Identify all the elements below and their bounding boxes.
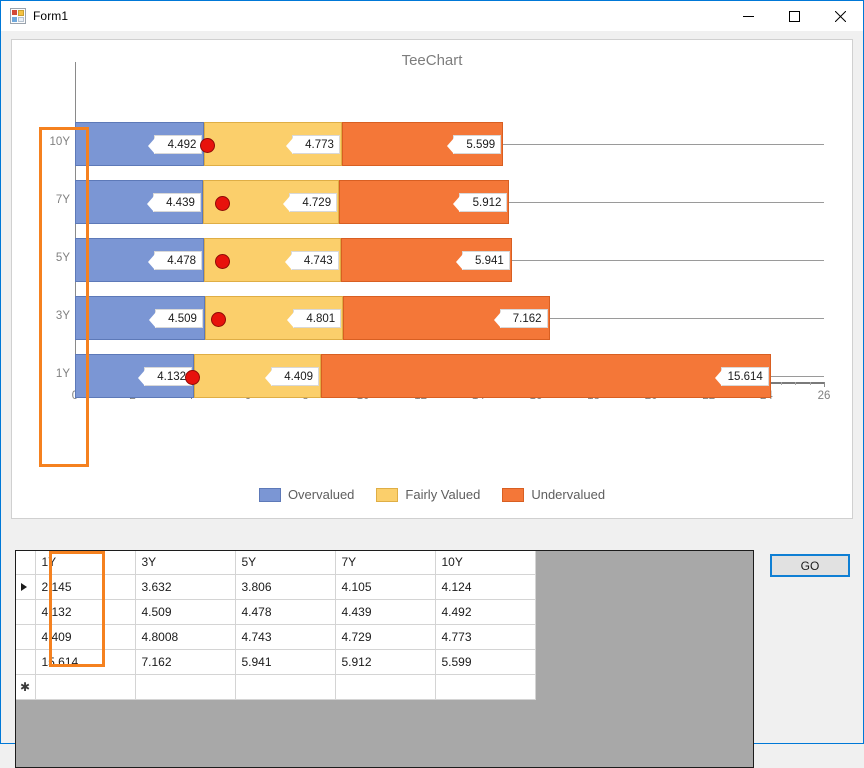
close-icon[interactable] — [817, 1, 863, 31]
bar-value-label: 7.162 — [493, 309, 548, 328]
table-cell[interactable]: 4.478 — [235, 599, 336, 625]
legend-swatch — [376, 487, 399, 502]
bar-value-label: 5.599 — [447, 135, 502, 154]
chart-plot-area[interactable]: 0246810121416182022242610Y4.4924.7735.59… — [12, 40, 852, 518]
point-marker[interactable] — [199, 137, 215, 153]
legend-swatch — [258, 487, 281, 502]
grid-corner-cell[interactable] — [16, 551, 36, 575]
bar-value-label: 15.614 — [714, 367, 769, 386]
bar-value-label: 4.773 — [285, 135, 340, 154]
bar-segment-undervalued[interactable] — [321, 354, 771, 398]
bottom-panel: 1Y 3Y 5Y 7Y 10Y 2.145 3.632 3.806 4.105 4.124 4.13… — [1, 519, 863, 768]
go-button[interactable]: GO — [770, 554, 850, 577]
table-cell[interactable]: 2.145 — [35, 574, 136, 600]
table-cell[interactable]: 4.509 — [135, 599, 236, 625]
column-header[interactable]: 1Y — [35, 551, 136, 575]
row-header-cell[interactable] — [16, 624, 36, 650]
table-row[interactable]: ✱ — [16, 674, 536, 700]
legend-label: Overvalued — [287, 487, 355, 502]
column-header[interactable]: 10Y — [435, 551, 536, 575]
table-cell[interactable]: 5.941 — [235, 649, 336, 675]
table-cell[interactable]: 4.773 — [435, 624, 536, 650]
legend-swatch — [502, 487, 525, 502]
table-cell[interactable]: 4.8008 — [135, 624, 236, 650]
point-marker[interactable] — [211, 311, 227, 327]
column-header[interactable]: 3Y — [135, 551, 236, 575]
table-row[interactable]: 4.409 4.8008 4.743 4.729 4.773 — [16, 624, 536, 650]
bar-value-label: 4.729 — [283, 193, 338, 212]
row-header-cell[interactable] — [16, 649, 36, 675]
legend-label: Fairly Valued — [405, 487, 481, 502]
table-row[interactable]: 4.132 4.509 4.478 4.439 4.492 — [16, 599, 536, 625]
table-cell[interactable] — [135, 674, 236, 700]
bar-value-label: 4.478 — [148, 251, 202, 270]
value-leader-line — [770, 376, 824, 377]
table-cell[interactable] — [435, 674, 536, 700]
point-marker[interactable] — [215, 195, 231, 211]
legend-label: Undervalued — [531, 487, 606, 502]
legend-item-fairly-valued[interactable]: Fairly Valued — [376, 487, 480, 502]
table-cell[interactable]: 5.912 — [335, 649, 436, 675]
table-cell[interactable]: 4.743 — [235, 624, 336, 650]
bar-value-label: 4.409 — [265, 367, 320, 386]
table-row[interactable]: 15.614 7.162 5.941 5.912 5.599 — [16, 649, 536, 675]
table-cell[interactable]: 3.632 — [135, 574, 236, 600]
bar-value-label: 5.941 — [455, 251, 510, 270]
value-leader-line — [511, 260, 824, 261]
row-header-cell[interactable] — [16, 574, 36, 600]
data-grid[interactable]: 1Y 3Y 5Y 7Y 10Y 2.145 3.632 3.806 4.105 4.124 4.13… — [15, 550, 754, 768]
bar-value-label: 4.492 — [148, 135, 203, 154]
bar-value-label: 4.439 — [146, 193, 201, 212]
table-cell[interactable]: 4.124 — [435, 574, 536, 600]
row-header-cell[interactable]: ✱ — [16, 674, 36, 700]
window-controls — [725, 1, 863, 31]
value-leader-line — [549, 318, 824, 319]
table-cell[interactable]: 5.599 — [435, 649, 536, 675]
row-selector-arrow-icon — [21, 582, 27, 591]
table-header-row: 1Y 3Y 5Y 7Y 10Y — [16, 551, 536, 575]
table-row[interactable]: 2.145 3.632 3.806 4.105 4.124 — [16, 574, 536, 600]
application-window: Form1 TeeChart 0246810121416182022242610… — [0, 0, 864, 768]
maximize-icon[interactable] — [771, 1, 817, 31]
table-cell[interactable]: 15.614 — [35, 649, 136, 675]
value-leader-line — [509, 202, 824, 203]
form-designer-icon — [10, 8, 26, 24]
table-cell[interactable]: 4.439 — [335, 599, 436, 625]
table-cell[interactable]: 4.105 — [335, 574, 436, 600]
legend-item-overvalued[interactable]: Overvalued — [258, 487, 355, 502]
bar-value-label: 4.801 — [287, 309, 342, 328]
window-title: Form1 — [33, 9, 69, 23]
table-cell[interactable]: 7.162 — [135, 649, 236, 675]
value-leader-line — [503, 144, 824, 145]
column-header[interactable]: 5Y — [235, 551, 336, 575]
table-cell[interactable] — [35, 674, 136, 700]
bar-value-label: 4.509 — [148, 309, 203, 328]
chart-legend[interactable]: Overvalued Fairly Valued Undervalued — [12, 487, 852, 502]
legend-item-undervalued[interactable]: Undervalued — [502, 487, 605, 502]
table-cell[interactable] — [235, 674, 336, 700]
table-cell[interactable] — [335, 674, 436, 700]
table-cell[interactable]: 4.132 — [35, 599, 136, 625]
point-marker[interactable] — [185, 369, 201, 385]
column-header[interactable]: 7Y — [335, 551, 436, 575]
chart-panel[interactable]: TeeChart 0246810121416182022242610Y4.492… — [11, 39, 853, 519]
table-cell[interactable]: 3.806 — [235, 574, 336, 600]
title-bar: Form1 — [1, 1, 863, 31]
bar-value-label: 4.743 — [284, 251, 339, 270]
table-cell[interactable]: 4.409 — [35, 624, 136, 650]
row-header-cell[interactable] — [16, 599, 36, 625]
table-cell[interactable]: 4.492 — [435, 599, 536, 625]
minimize-icon[interactable] — [725, 1, 771, 31]
point-marker[interactable] — [214, 253, 230, 269]
new-row-asterisk-icon: ✱ — [20, 679, 31, 694]
bar-value-label: 5.912 — [453, 193, 508, 212]
table-cell[interactable]: 4.729 — [335, 624, 436, 650]
